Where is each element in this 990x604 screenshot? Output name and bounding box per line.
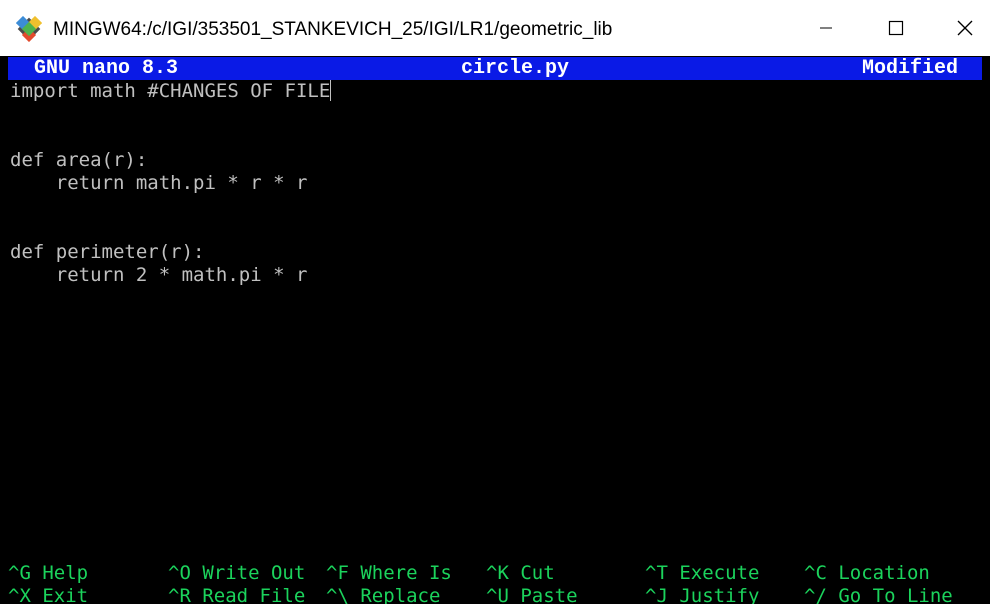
shortcut-key: ^T	[645, 562, 668, 584]
shortcut-label: Read File	[202, 585, 306, 604]
shortcut-label: Paste	[520, 585, 578, 604]
shortcut-justify[interactable]: ^J Justify	[645, 585, 759, 604]
shortcut-read-file[interactable]: ^R Read File	[168, 585, 305, 604]
minimize-icon	[820, 27, 832, 29]
window-title: MINGW64:/c/IGI/353501_STANKEVICH_25/IGI/…	[53, 19, 613, 40]
shortcut-label: Where Is	[360, 562, 452, 584]
shortcut-key: ^R	[168, 585, 191, 604]
code-text: import math #CHANGES OF FILE	[10, 80, 331, 102]
git-bash-icon	[16, 16, 42, 42]
shortcut-paste[interactable]: ^U Paste	[486, 585, 578, 604]
close-button[interactable]	[940, 8, 990, 48]
shortcut-label: Cut	[520, 562, 555, 584]
maximize-icon	[888, 20, 904, 36]
shortcut-key: ^K	[486, 562, 509, 584]
shortcut-key: ^/	[804, 585, 827, 604]
shortcut-label: Execute	[679, 562, 760, 584]
code-line-9[interactable]: return 2 * math.pi * r	[10, 264, 308, 287]
shortcut-where-is[interactable]: ^F Where Is	[326, 562, 452, 585]
code-line-8[interactable]: def perimeter(r):	[10, 241, 204, 264]
nano-version: GNU nano 8.3	[34, 57, 179, 80]
text-editor[interactable]: import math #CHANGES OF FILE def area(r)…	[8, 80, 982, 560]
file-name: circle.py	[461, 57, 570, 80]
shortcut-key: ^J	[645, 585, 668, 604]
code-line-4[interactable]: def area(r):	[10, 149, 147, 172]
shortcut-key: ^U	[486, 585, 509, 604]
shortcut-help[interactable]: ^G Help	[8, 562, 88, 585]
shortcut-key: ^F	[326, 562, 349, 584]
shortcut-label: Location	[838, 562, 930, 584]
shortcut-cut[interactable]: ^K Cut	[486, 562, 555, 585]
modified-status: Modified	[862, 57, 959, 80]
shortcut-location[interactable]: ^C Location	[804, 562, 930, 585]
shortcut-label: Exit	[42, 585, 89, 604]
close-icon	[957, 20, 973, 36]
shortcut-key: ^X	[8, 585, 31, 604]
code-line-5[interactable]: return math.pi * r * r	[10, 172, 308, 195]
maximize-button[interactable]	[866, 8, 926, 48]
shortcut-exit[interactable]: ^X Exit	[8, 585, 88, 604]
shortcut-bar: ^G Help ^O Write Out ^F Where Is ^K Cut …	[8, 562, 982, 604]
terminal-window: MINGW64:/c/IGI/353501_STANKEVICH_25/IGI/…	[0, 0, 990, 604]
shortcut-label: Justify	[679, 585, 760, 604]
shortcut-write-out[interactable]: ^O Write Out	[168, 562, 305, 585]
text-cursor	[330, 80, 332, 101]
code-line-1[interactable]: import math #CHANGES OF FILE	[10, 80, 332, 103]
shortcut-key: ^G	[8, 562, 31, 584]
shortcut-go-to-line[interactable]: ^/ Go To Line	[804, 585, 953, 604]
shortcut-key: ^\	[326, 585, 349, 604]
title-bar[interactable]: MINGW64:/c/IGI/353501_STANKEVICH_25/IGI/…	[0, 0, 990, 56]
shortcut-label: Replace	[360, 585, 441, 604]
shortcut-key: ^C	[804, 562, 827, 584]
minimize-button[interactable]	[796, 8, 856, 48]
nano-header-bar: GNU nano 8.3 circle.py Modified	[8, 57, 982, 80]
shortcut-execute[interactable]: ^T Execute	[645, 562, 759, 585]
shortcut-label: Go To Line	[838, 585, 953, 604]
shortcut-replace[interactable]: ^\ Replace	[326, 585, 440, 604]
shortcut-label: Write Out	[202, 562, 306, 584]
shortcut-key: ^O	[168, 562, 191, 584]
shortcut-label: Help	[42, 562, 89, 584]
